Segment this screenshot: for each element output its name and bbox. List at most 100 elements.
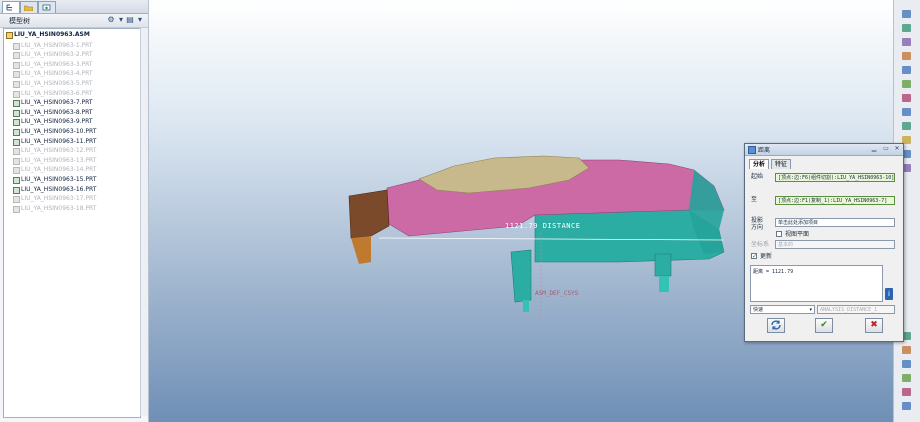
cancel-x-icon: ✖	[870, 320, 878, 330]
dropdown-chevron-icon[interactable]: ▾	[135, 15, 145, 25]
dialog-title: 距离	[758, 147, 771, 154]
to-reference-field[interactable]: [顶点:边:F1(复制_1):LIU_YA_HSIN0963-7]	[775, 196, 895, 205]
part-icon	[13, 205, 20, 213]
show-icon[interactable]: ▤	[125, 15, 135, 25]
panel-resize-bar[interactable]	[140, 28, 148, 416]
mode-value: 快速	[753, 307, 764, 313]
toolbar-tool-button[interactable]	[900, 106, 914, 118]
navigator-tabs	[0, 0, 148, 14]
part-icon	[13, 196, 20, 204]
projection-field[interactable]: 单击此处添加项目	[775, 218, 895, 227]
tree-item-label: LIU_YA_HSIN0963-4.PRT	[21, 70, 93, 78]
tool-icon	[902, 346, 911, 354]
tool-icon	[902, 10, 911, 18]
tree-item-label: LIU_YA_HSIN0963-17.PRT	[21, 195, 97, 203]
tree-item-label: LIU_YA_HSIN0963-7.PRT	[21, 99, 93, 107]
toolbar-tool-button[interactable]	[900, 120, 914, 132]
left-post	[510, 249, 532, 303]
projection-label: 投影方向	[751, 217, 764, 231]
front-block	[348, 189, 390, 239]
restore-icon[interactable]: ▭	[881, 145, 891, 153]
part-icon	[13, 167, 20, 175]
toolbar-tool-button[interactable]	[900, 358, 914, 370]
tool-icon	[902, 402, 911, 410]
from-reference-field[interactable]: [顶点:边:F6(组件切割):LIU_YA_HSIN0963-10]	[775, 173, 895, 182]
distance-annotation: 1121.79 DISTANCE	[505, 222, 581, 230]
part-icon	[13, 148, 20, 156]
checkmark-icon: ✔	[820, 320, 828, 330]
toolbar-tool-button[interactable]	[900, 78, 914, 90]
info-icon[interactable]: i	[885, 288, 893, 300]
ok-button[interactable]: ✔	[815, 318, 833, 333]
part-icon	[13, 71, 20, 79]
tool-icon	[902, 94, 911, 102]
part-icon	[13, 100, 20, 108]
toolbar-tool-button[interactable]	[900, 64, 914, 76]
tree-item-label: LIU_YA_HSIN0963-2.PRT	[21, 51, 93, 59]
measure-icon	[748, 146, 756, 154]
result-panel: 距离 = 1121.79	[750, 265, 883, 302]
toolbar-tool-button[interactable]	[900, 372, 914, 384]
tree-item-label: LIU_YA_HSIN0963-14.PRT	[21, 166, 97, 174]
tree-item-label: LIU_YA_HSIN0963-10.PRT	[21, 128, 97, 135]
tool-icon	[902, 66, 911, 74]
minimize-icon[interactable]: ▁	[869, 145, 879, 153]
tool-icon	[902, 24, 911, 32]
tool-icon	[902, 80, 911, 88]
tree-item-label: LIU_YA_HSIN0963-18.PRT	[21, 204, 97, 212]
cancel-button[interactable]: ✖	[865, 318, 883, 333]
view-plane-label: 视图平面	[785, 231, 810, 238]
tool-icon	[902, 374, 911, 382]
tab-feature[interactable]: 特征	[771, 159, 792, 169]
assembly-icon	[6, 32, 13, 39]
tree-item-label: LIU_YA_HSIN0963-1.PRT	[21, 41, 93, 49]
csys-label: ASM_DEF_CSYS	[535, 290, 579, 297]
toolbar-tool-button[interactable]	[900, 344, 914, 356]
tree-item-label: LIU_YA_HSIN0963-8.PRT	[21, 108, 93, 116]
part-icon	[13, 81, 20, 88]
repeat-icon	[771, 320, 781, 330]
left-post-tip	[523, 300, 529, 312]
analysis-name-field[interactable]: ANALYSIS_DISTANCE_1	[817, 305, 895, 314]
part-icon	[13, 186, 20, 194]
view-plane-checkbox[interactable]	[776, 231, 782, 237]
mode-select[interactable]: 快速 ▾	[750, 305, 815, 314]
model-tree-title: 模型树	[9, 17, 30, 25]
tree-item-label: LIU_YA_HSIN0963-3.PRT	[21, 60, 93, 68]
result-text: 距离 = 1121.79	[753, 269, 794, 275]
part-icon	[13, 42, 20, 50]
part-icon	[13, 129, 20, 136]
tab-analysis[interactable]: 分析	[749, 159, 770, 169]
tree-item-label: LIU_YA_HSIN0963-12.PRT	[21, 147, 97, 155]
tree-item-label: LIU_YA_HSIN0963-5.PRT	[21, 80, 93, 87]
tool-icon	[902, 360, 911, 368]
tree-item-label: LIU_YA_HSIN0963-11.PRT	[21, 137, 97, 145]
tree-item-label: LIU_YA_HSIN0963-13.PRT	[21, 156, 97, 164]
part-icon	[13, 157, 20, 165]
toolbar-tool-button[interactable]	[900, 8, 914, 20]
model-tree-header: 模型树 ⚙ ▾ ▤ ▾	[0, 14, 148, 28]
update-checkbox[interactable]: ✓	[751, 253, 757, 260]
tree-item-label: LIU_YA_HSIN0963-9.PRT	[21, 118, 93, 126]
dialog-titlebar[interactable]: 距离 ▁ ▭ ✕	[745, 144, 903, 156]
toolbar-tool-button[interactable]	[900, 386, 914, 398]
csys-field[interactable]: 基本的	[775, 240, 895, 249]
update-label: 更新	[760, 253, 773, 260]
repeat-button[interactable]	[767, 318, 785, 333]
folder-browser-tab[interactable]	[20, 1, 38, 13]
toolbar-tool-button[interactable]	[900, 22, 914, 34]
model-tree-tab[interactable]	[2, 1, 20, 13]
part-icon	[13, 61, 20, 69]
part-icon	[13, 119, 20, 127]
settings-icon[interactable]: ⚙	[106, 15, 116, 25]
favorites-tab[interactable]	[38, 1, 56, 13]
toolbar-tool-button[interactable]	[900, 400, 914, 412]
tool-icon	[902, 52, 911, 60]
toolbar-tool-button[interactable]	[900, 92, 914, 104]
right-post	[654, 253, 672, 277]
toolbar-tool-button[interactable]	[900, 50, 914, 62]
close-icon[interactable]: ✕	[892, 145, 902, 153]
folder-browser-tab-icon	[24, 5, 33, 11]
chevron-down-icon: ▾	[809, 307, 812, 313]
toolbar-tool-button[interactable]	[900, 36, 914, 48]
